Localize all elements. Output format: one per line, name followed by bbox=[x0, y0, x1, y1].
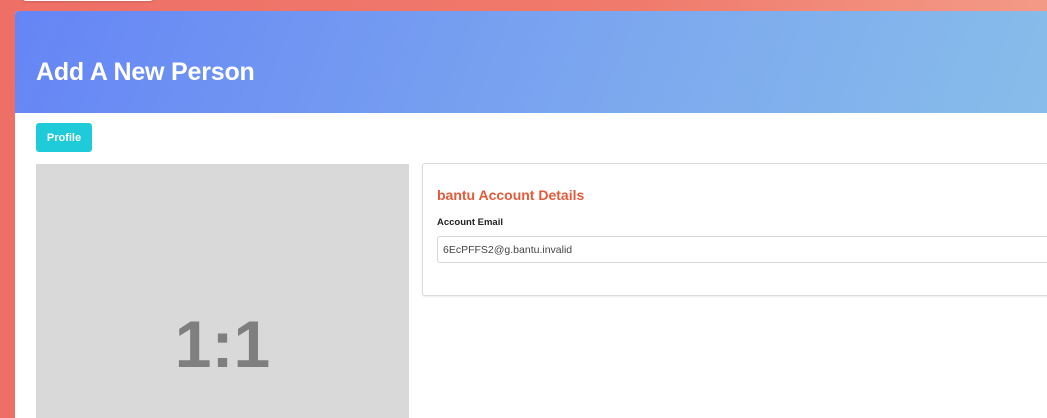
browser-tab-edge bbox=[22, 0, 154, 1]
profile-button[interactable]: Profile bbox=[36, 123, 92, 152]
profile-image-placeholder[interactable]: 1:1 bbox=[36, 164, 409, 418]
account-details-card: bantu Account Details Account Email bbox=[422, 163, 1047, 296]
page-title: Add A New Person bbox=[36, 58, 255, 86]
page-header: Add A New Person bbox=[15, 11, 1047, 113]
account-email-label: Account Email bbox=[437, 217, 503, 228]
card-title: bantu Account Details bbox=[437, 187, 585, 203]
aspect-ratio-label: 1:1 bbox=[174, 307, 271, 381]
person-form-panel: Add A New Person Profile 1:1 bantu Accou… bbox=[15, 11, 1047, 418]
account-email-input[interactable] bbox=[437, 236, 1047, 263]
